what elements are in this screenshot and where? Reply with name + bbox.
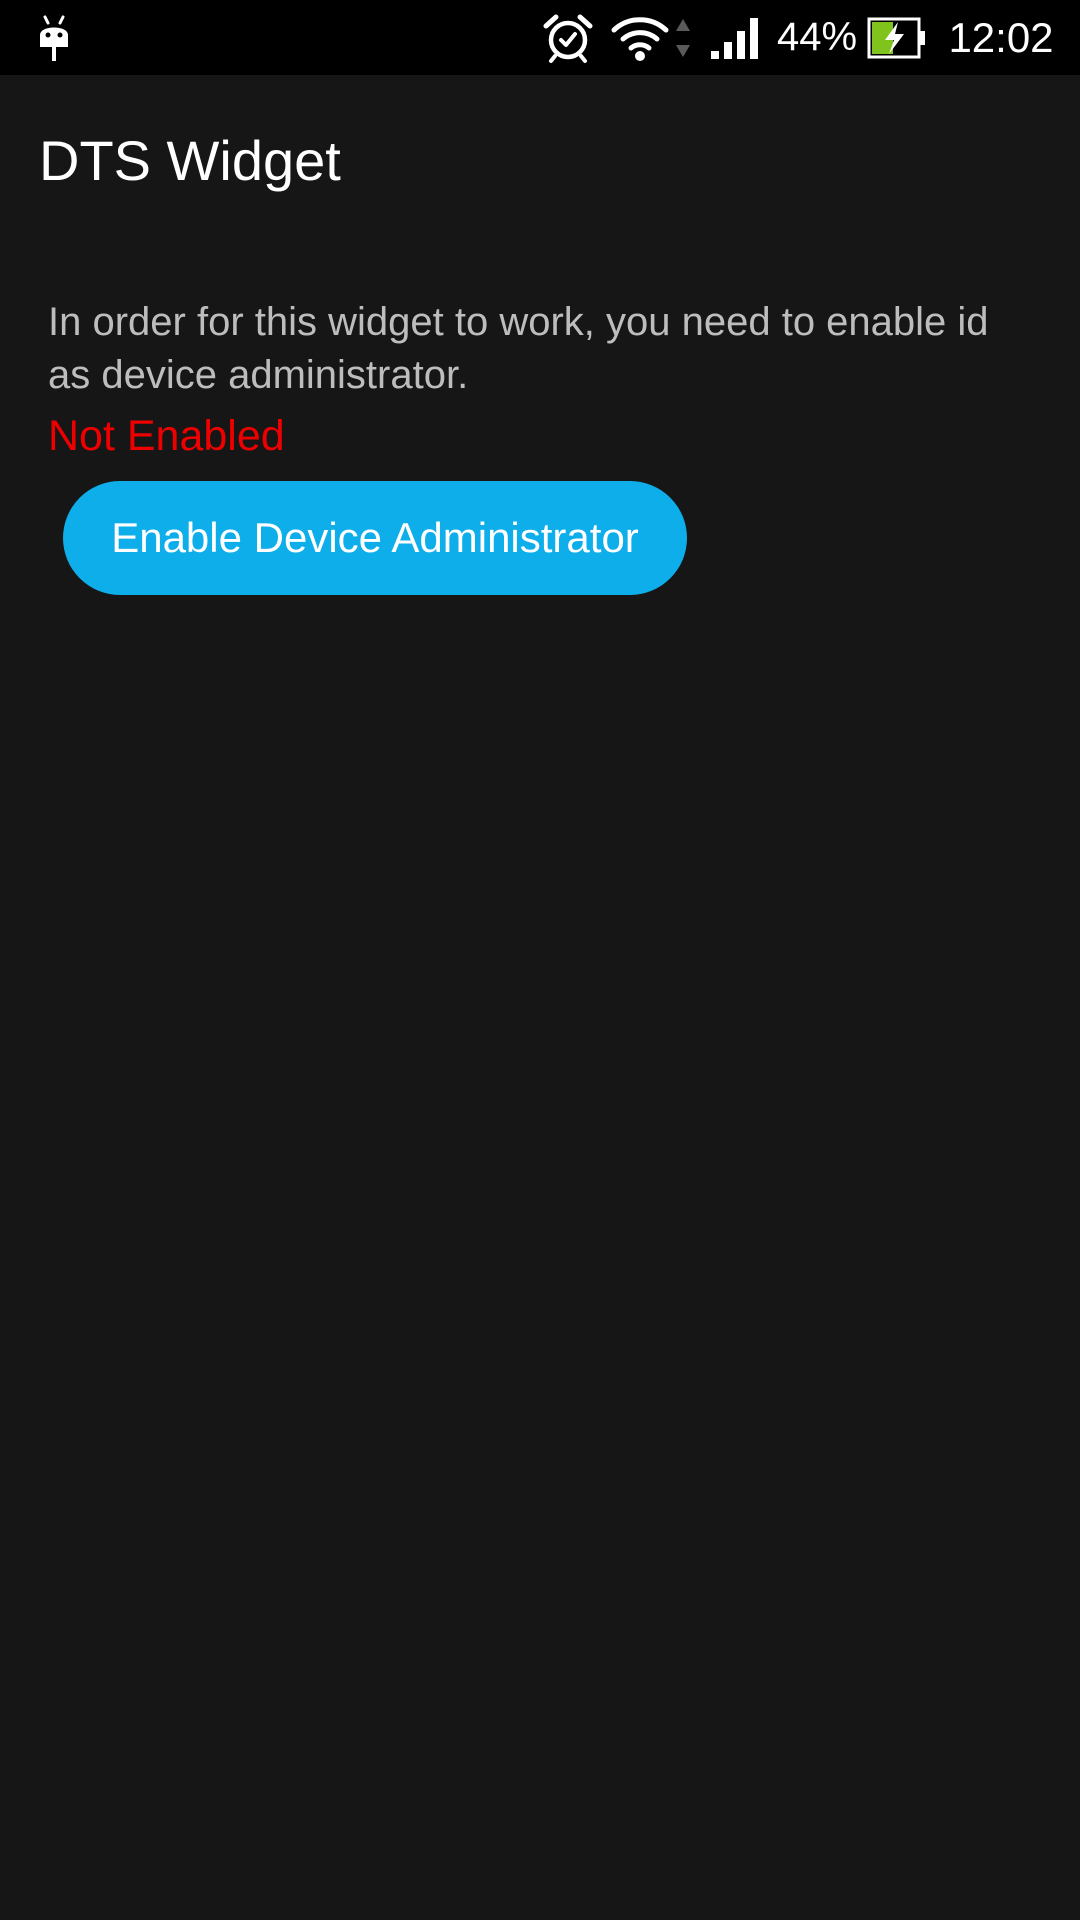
enable-device-administrator-button[interactable]: Enable Device Administrator (63, 481, 687, 595)
battery-percent: 44% (776, 15, 858, 59)
page-title: DTS Widget (39, 129, 341, 192)
admin-status-text: Not Enabled (48, 412, 285, 460)
status-time: 12:02 (948, 13, 1054, 61)
signal-icon (708, 0, 764, 75)
data-activity-icon (672, 0, 694, 75)
android-debug-icon (34, 0, 74, 75)
alarm-icon (540, 0, 596, 75)
description-text: In order for this widget to work, you ne… (48, 300, 989, 397)
battery-charging-icon (866, 0, 928, 75)
status-bar: 44% 12:02 (0, 0, 1080, 75)
wifi-icon (610, 0, 670, 75)
